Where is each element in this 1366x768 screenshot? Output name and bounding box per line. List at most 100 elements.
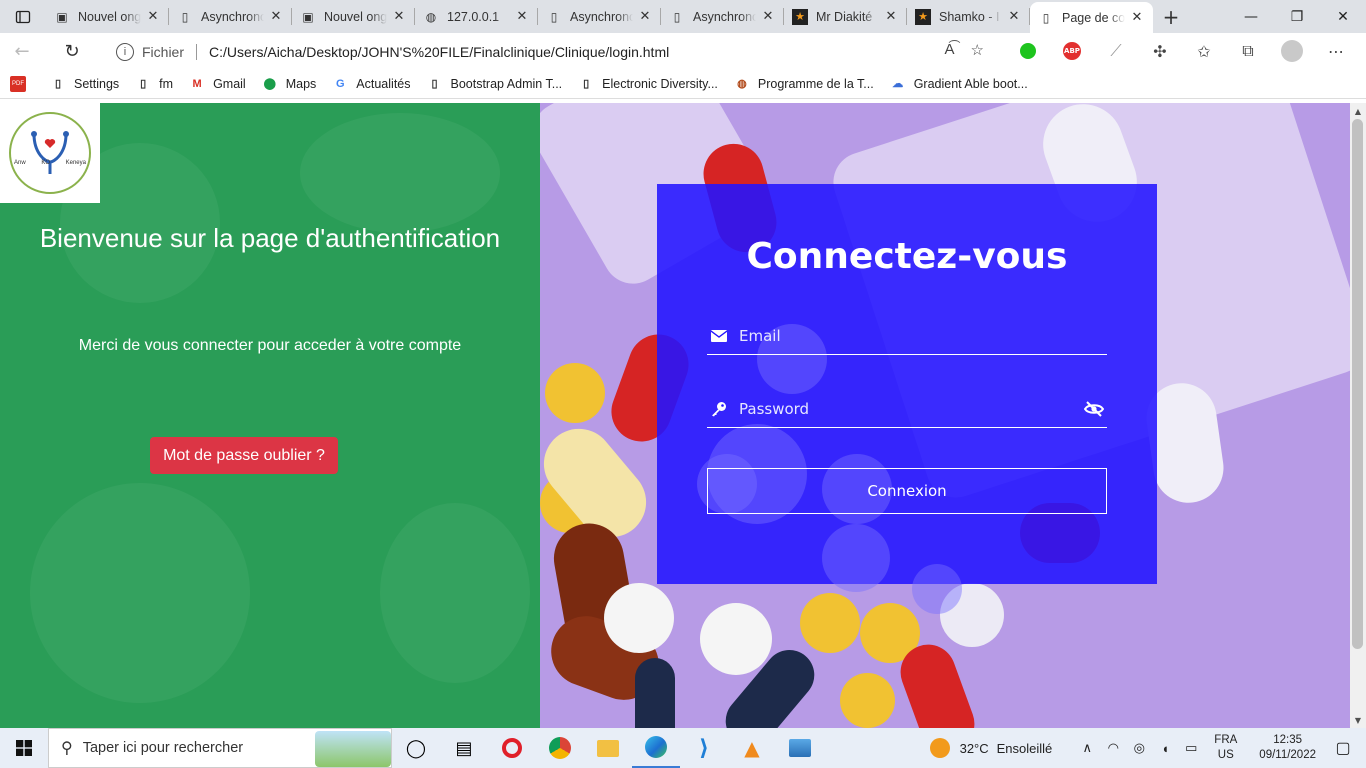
- tab-close-icon[interactable]: ✕: [637, 9, 653, 25]
- chrome-button[interactable]: [536, 728, 584, 768]
- system-clock[interactable]: 12:35 09/11/2022: [1259, 733, 1316, 763]
- file-explorer-button[interactable]: [584, 728, 632, 768]
- browser-tab[interactable]: ★ Shamko - I ✕: [907, 0, 1030, 33]
- language-indicator[interactable]: FRA US: [1214, 733, 1237, 763]
- bookmark-item[interactable]: ⬤ Maps: [262, 76, 317, 92]
- extension-green-button[interactable]: [1006, 33, 1050, 69]
- weather-widget[interactable]: 32°C Ensoleillé: [929, 738, 1052, 758]
- opera-button[interactable]: [488, 728, 536, 768]
- profile-button[interactable]: [1270, 33, 1314, 69]
- password-field: [707, 390, 1107, 428]
- email-input[interactable]: [735, 326, 1107, 345]
- minimize-button[interactable]: —: [1228, 0, 1274, 33]
- url-text[interactable]: C:/Users/Aicha/Desktop/JOHN'S%20FILE/Fin…: [209, 44, 669, 60]
- tab-close-icon[interactable]: ✕: [883, 9, 899, 25]
- scrollbar-thumb[interactable]: [1352, 119, 1363, 649]
- more-menu-button[interactable]: ⋯: [1314, 33, 1358, 69]
- bookmark-label: Gmail: [213, 76, 246, 91]
- email-field: [707, 317, 1107, 355]
- add-favorite-icon[interactable]: ☆: [971, 41, 984, 59]
- login-submit-button[interactable]: Connexion: [707, 468, 1107, 514]
- browser-tab[interactable]: ◍ 127.0.0.1 ✕: [415, 0, 538, 33]
- browser-tab[interactable]: ★ Mr Diakité ✕: [784, 0, 907, 33]
- bookmark-item[interactable]: G Actualités: [332, 76, 410, 92]
- bg-leaf: [380, 503, 530, 683]
- tab-close-icon[interactable]: ✕: [514, 9, 530, 25]
- browser-tab[interactable]: ▣ Nouvel onglet ✕: [46, 0, 169, 33]
- bookmark-item[interactable]: ▯ Settings: [50, 76, 119, 92]
- folder-icon: [597, 739, 619, 757]
- notifications-button[interactable]: ▢: [1328, 738, 1358, 758]
- vscode-icon: ⟩: [698, 735, 710, 761]
- widgets-icon: ▤: [455, 737, 473, 759]
- forgot-password-button[interactable]: Mot de passe oublier ?: [150, 437, 338, 474]
- tab-title: Page de connexion: [1062, 10, 1125, 25]
- bookmark-item[interactable]: ▯ Bootstrap Admin T...: [427, 76, 562, 92]
- taskbar-search[interactable]: ⚲ Taper ici pour rechercher: [48, 728, 392, 768]
- pdf-icon: PDF: [10, 75, 26, 92]
- extensions-bar: ABP ⟋ ✣ ✩ ⧉ ⋯: [1006, 33, 1358, 69]
- tab-close-icon[interactable]: ✕: [1006, 9, 1022, 25]
- doc-icon: ▯: [431, 78, 438, 90]
- chrome-icon: [549, 737, 571, 759]
- camera-icon[interactable]: ◎: [1128, 740, 1150, 756]
- page-viewport: Anw KO Keneya Bienvenue sur la page d'au…: [0, 103, 1350, 728]
- widgets-button[interactable]: ▤: [440, 728, 488, 768]
- tab-title: Asynchronous: [570, 9, 633, 24]
- read-aloud-icon[interactable]: A͡: [945, 41, 955, 59]
- bookmark-pdf[interactable]: PDF: [10, 75, 34, 92]
- browser-tab[interactable]: ▯ Asynchronous ✕: [169, 0, 292, 33]
- login-card: Connectez-vous Connexion: [657, 184, 1157, 614]
- bookmark-item[interactable]: ▯ Electronic Diversity...: [578, 76, 718, 92]
- volume-icon[interactable]: ◖: [1154, 741, 1176, 756]
- page-scrollbar[interactable]: ▲ ▼: [1350, 103, 1366, 728]
- vlc-button[interactable]: ▲: [728, 728, 776, 768]
- keyboard-icon[interactable]: ▭: [1180, 740, 1202, 756]
- bg-leaf: [300, 113, 500, 233]
- eye-slash-icon[interactable]: [1081, 400, 1107, 417]
- restore-icon: ❐: [1290, 8, 1304, 25]
- logo-middle-text: KO: [41, 160, 50, 166]
- lang-line-1: FRA: [1214, 734, 1238, 746]
- windows-taskbar: ⚲ Taper ici pour rechercher ◯ ▤ ⟩ ▲ 32°C…: [0, 728, 1366, 768]
- start-button[interactable]: [0, 728, 48, 768]
- browser-tab[interactable]: ▯ Asynchronous ✕: [538, 0, 661, 33]
- scroll-down-icon[interactable]: ▼: [1350, 712, 1366, 728]
- password-input[interactable]: [735, 399, 1081, 418]
- photos-button[interactable]: [776, 728, 824, 768]
- tab-close-icon[interactable]: ✕: [760, 9, 776, 25]
- bookmark-item[interactable]: ◍ Programme de la T...: [734, 76, 874, 92]
- bookmark-item[interactable]: M Gmail: [189, 76, 246, 92]
- task-view-button[interactable]: ◯: [392, 728, 440, 768]
- star-icon: ★: [915, 8, 931, 25]
- chevron-up-icon[interactable]: ∧: [1076, 740, 1098, 756]
- edge-button[interactable]: [632, 728, 680, 768]
- tab-actions-button[interactable]: [0, 0, 46, 33]
- collections-icon: ⧉: [1242, 41, 1254, 60]
- extensions-button[interactable]: ✣: [1138, 33, 1182, 69]
- adblock-button[interactable]: ABP: [1050, 33, 1094, 69]
- bookmark-item[interactable]: ▯ fm: [135, 76, 173, 92]
- back-button[interactable]: ←: [0, 33, 44, 69]
- vscode-button[interactable]: ⟩: [680, 728, 728, 768]
- browser-tab[interactable]: ▯ Asynchronous ✕: [661, 0, 784, 33]
- bookmark-item[interactable]: ☁ Gradient Able boot...: [890, 76, 1027, 92]
- browser-tab[interactable]: ▣ Nouvel onglet ✕: [292, 0, 415, 33]
- network-icon[interactable]: ◠: [1102, 740, 1124, 756]
- new-tab-button[interactable]: +: [1153, 0, 1189, 33]
- tab-close-icon[interactable]: ✕: [268, 9, 284, 25]
- tab-close-icon[interactable]: ✕: [145, 9, 161, 25]
- tab-close-icon[interactable]: ✕: [391, 9, 407, 25]
- bg-bubble: [912, 564, 962, 614]
- close-window-button[interactable]: ✕: [1320, 0, 1366, 33]
- info-icon[interactable]: i: [116, 42, 134, 61]
- restore-button[interactable]: ❐: [1274, 0, 1320, 33]
- tab-close-icon[interactable]: ✕: [1129, 10, 1145, 26]
- extension-feather-button[interactable]: ⟋: [1094, 33, 1138, 69]
- scroll-up-icon[interactable]: ▲: [1350, 103, 1366, 119]
- address-bar[interactable]: i Fichier C:/Users/Aicha/Desktop/JOHN'S%…: [100, 37, 994, 66]
- collections-button[interactable]: ⧉: [1226, 33, 1270, 69]
- browser-tab[interactable]: ▯ Page de connexion ✕: [1030, 2, 1153, 33]
- favorites-button[interactable]: ✩: [1182, 33, 1226, 69]
- refresh-button[interactable]: ↻: [50, 33, 94, 69]
